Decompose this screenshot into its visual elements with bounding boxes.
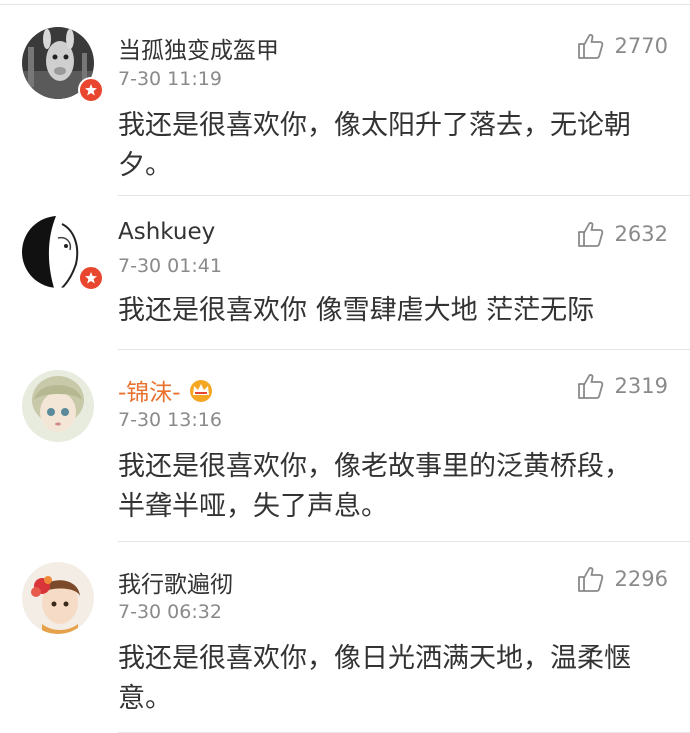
timestamp: 7-30 11:19 [118,68,222,90]
thumbs-up-icon [577,34,603,59]
like-button[interactable]: 2296 [575,564,668,594]
username[interactable]: 我行歌遍彻 [118,565,233,599]
comment-item: 我行歌遍彻 7-30 06:32 2296 我还是很喜欢你，像日光洒满天地，温柔… [22,542,690,733]
like-button[interactable]: 2319 [575,371,668,401]
like-button[interactable]: 2770 [575,31,668,61]
like-count: 2319 [614,374,668,398]
avatar[interactable] [22,562,94,634]
timestamp: 7-30 13:16 [118,409,222,431]
comment-item: Ashkuey 7-30 01:41 2632 我还是很喜欢你 像雪肆虐大地 茫… [22,196,690,350]
like-count: 2632 [614,222,668,246]
comment-text: 我还是很喜欢你，像日光洒满天地，温柔惬意。 [118,643,631,714]
username[interactable]: -锦沫- [118,373,215,407]
comment-item: -锦沫- 7-30 13:16 2319 我还是很喜欢你，像老故事里的泛黄桥段，… [22,350,690,542]
thumbs-up-icon [577,567,603,592]
like-button[interactable]: 2632 [575,219,668,249]
avatar[interactable] [22,370,94,442]
username[interactable]: Ashkuey [118,219,215,245]
verified-badge-icon [78,77,104,103]
thumbs-up-icon [577,222,603,247]
like-count: 2770 [614,34,668,58]
like-count: 2296 [614,567,668,591]
timestamp: 7-30 01:41 [118,255,222,277]
comment-text: 我还是很喜欢你，像老故事里的泛黄桥段，半聋半哑，失了声息。 [118,451,631,522]
comment-item: 当孤独变成盔甲 7-30 11:19 2770 我还是很喜欢你，像太阳升了落去，… [22,5,690,196]
verified-badge-icon [78,265,104,291]
thumbs-up-icon [577,374,603,399]
username[interactable]: 当孤独变成盔甲 [118,31,279,65]
comment-text: 我还是很喜欢你 像雪肆虐大地 茫茫无际 [118,295,595,326]
timestamp: 7-30 06:32 [118,601,222,623]
comment-text: 我还是很喜欢你，像太阳升了落去，无论朝夕。 [118,110,631,181]
vip-crown-icon [189,380,212,402]
